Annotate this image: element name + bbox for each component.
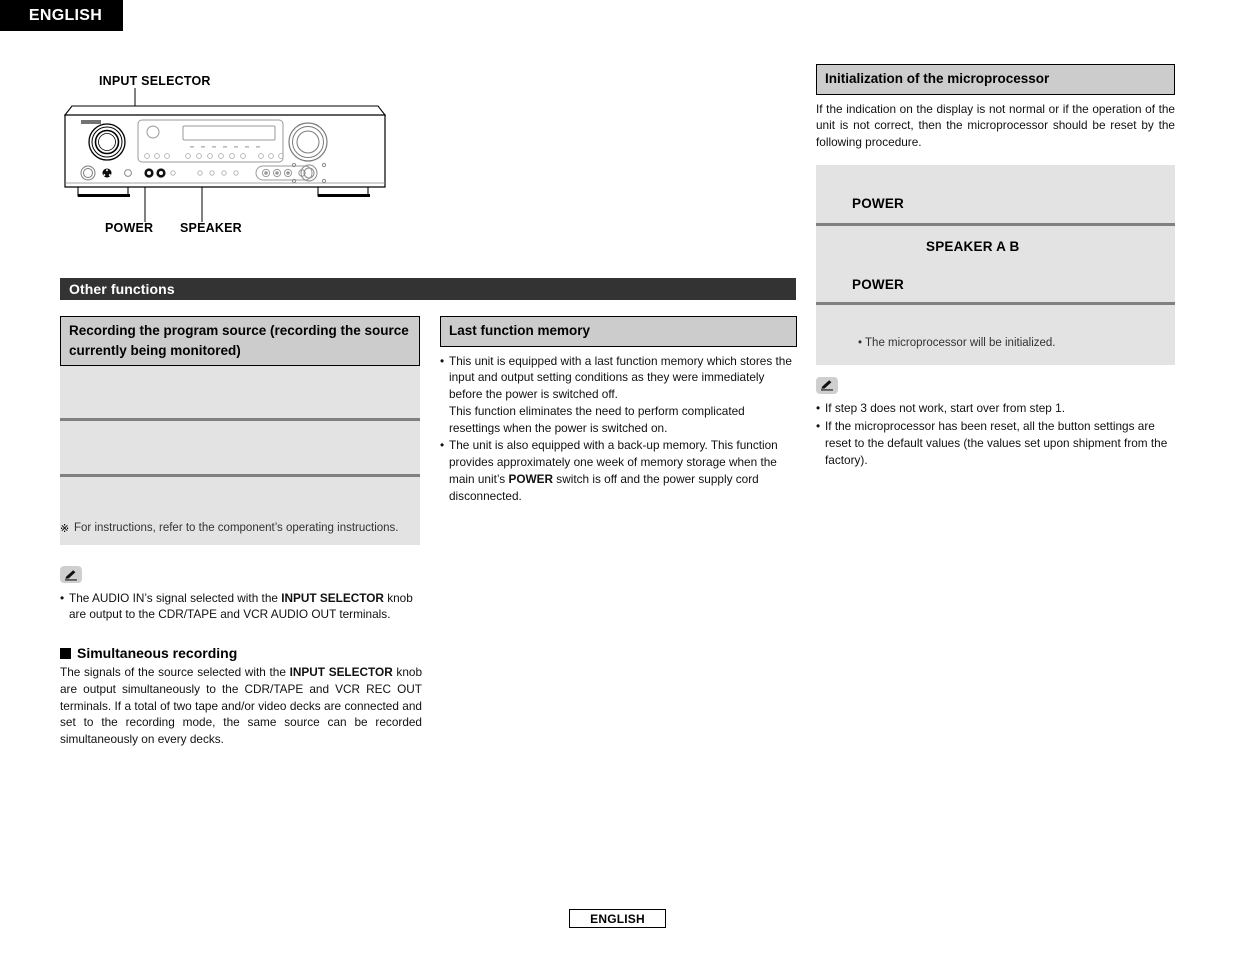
heading-last-function-memory: Last function memory: [440, 316, 797, 347]
left-lower-content: • The AUDIO IN’s signal selected with th…: [60, 566, 422, 748]
bullet: •: [440, 353, 445, 368]
bullet: •: [816, 419, 821, 434]
pencil-glyph: [821, 380, 833, 391]
section-header-other-functions: Other functions: [60, 278, 796, 300]
pencil-glyph: [65, 569, 77, 580]
square-bullet-icon: [60, 647, 71, 659]
receiver-front-panel-figure: INPUT SELECTOR POWER SPEAKER: [60, 62, 460, 247]
footer-language-tab: ENGLISH: [569, 909, 666, 928]
last-function-memory-body: • This unit is equipped with a last func…: [440, 353, 797, 505]
recording-procedure-block: ※ For instructions, refer to the compone…: [60, 366, 420, 546]
lfm-bold-power: POWER: [508, 471, 554, 486]
recording-step-1: [60, 366, 420, 418]
simultaneous-recording-label: Simultaneous recording: [77, 645, 238, 661]
power-button-callout: [102, 168, 112, 178]
memo-recording-text: The AUDIO IN’s signal selected with the …: [69, 590, 422, 624]
recording-note-text: For instructions, refer to the component…: [74, 522, 399, 535]
recording-step-2: [60, 421, 420, 474]
init-step-1: POWER: [816, 165, 1175, 223]
init-memo-item-1: If step 3 does not work, start over from…: [825, 401, 1065, 416]
lfm-item-1-para-1: This unit is equipped with a last functi…: [449, 353, 792, 402]
init-step-1-label: POWER: [852, 195, 905, 211]
initialization-procedure-block: POWER SPEAKER A B POWER • The microproce…: [816, 164, 1175, 365]
init-result: • The microprocessor will be initialized…: [816, 305, 1175, 365]
memo-bold-input-selector: INPUT SELECTOR: [281, 590, 384, 605]
heading-initialization-microprocessor: Initialization of the microprocessor: [816, 64, 1175, 95]
language-tab-english: ENGLISH: [0, 0, 123, 31]
lfm-item-1-para-2: This function eliminates the need to per…: [449, 403, 745, 435]
brand-mark: [81, 120, 101, 124]
init-step-3-label: POWER: [852, 276, 905, 292]
memo-recording: • The AUDIO IN’s signal selected with th…: [60, 590, 422, 624]
init-step-2-label: SPEAKER A B: [926, 238, 1020, 254]
receiver-illustration-svg: [63, 88, 387, 222]
pencil-icon: [816, 376, 838, 394]
pencil-icon: [60, 566, 82, 583]
bullet: •: [816, 401, 821, 416]
sim-bold-input-selector: INPUT SELECTOR: [289, 665, 393, 679]
initialization-memo: • If step 3 does not work, start over fr…: [816, 400, 1175, 468]
bullet: •: [440, 438, 445, 453]
lfm-item-2: The unit is also equipped with a back-up…: [449, 437, 797, 504]
init-step-2: SPEAKER A B POWER: [816, 226, 1175, 302]
column-right: Initialization of the microprocessor If …: [816, 64, 1175, 469]
bullet: •: [60, 590, 65, 605]
heading-recording-program-source: Recording the program source (recording …: [60, 316, 420, 367]
column-middle: Last function memory • This unit is equi…: [440, 316, 797, 505]
init-memo-item-2: If the microprocessor has been reset, al…: [825, 419, 1168, 467]
column-left: Recording the program source (recording …: [60, 316, 420, 546]
note-marker: ※: [60, 523, 70, 536]
initialization-intro: If the indication on the display is not …: [816, 101, 1175, 150]
init-result-text: The microprocessor will be initialized.: [865, 336, 1056, 349]
recording-step-3: ※ For instructions, refer to the compone…: [60, 477, 420, 545]
simultaneous-recording-body: The signals of the source selected with …: [60, 664, 422, 748]
heading-simultaneous-recording: Simultaneous recording: [60, 645, 422, 661]
memo-text-a: The AUDIO IN’s signal selected with the: [69, 590, 282, 605]
sim-text-a: The signals of the source selected with …: [60, 665, 290, 679]
